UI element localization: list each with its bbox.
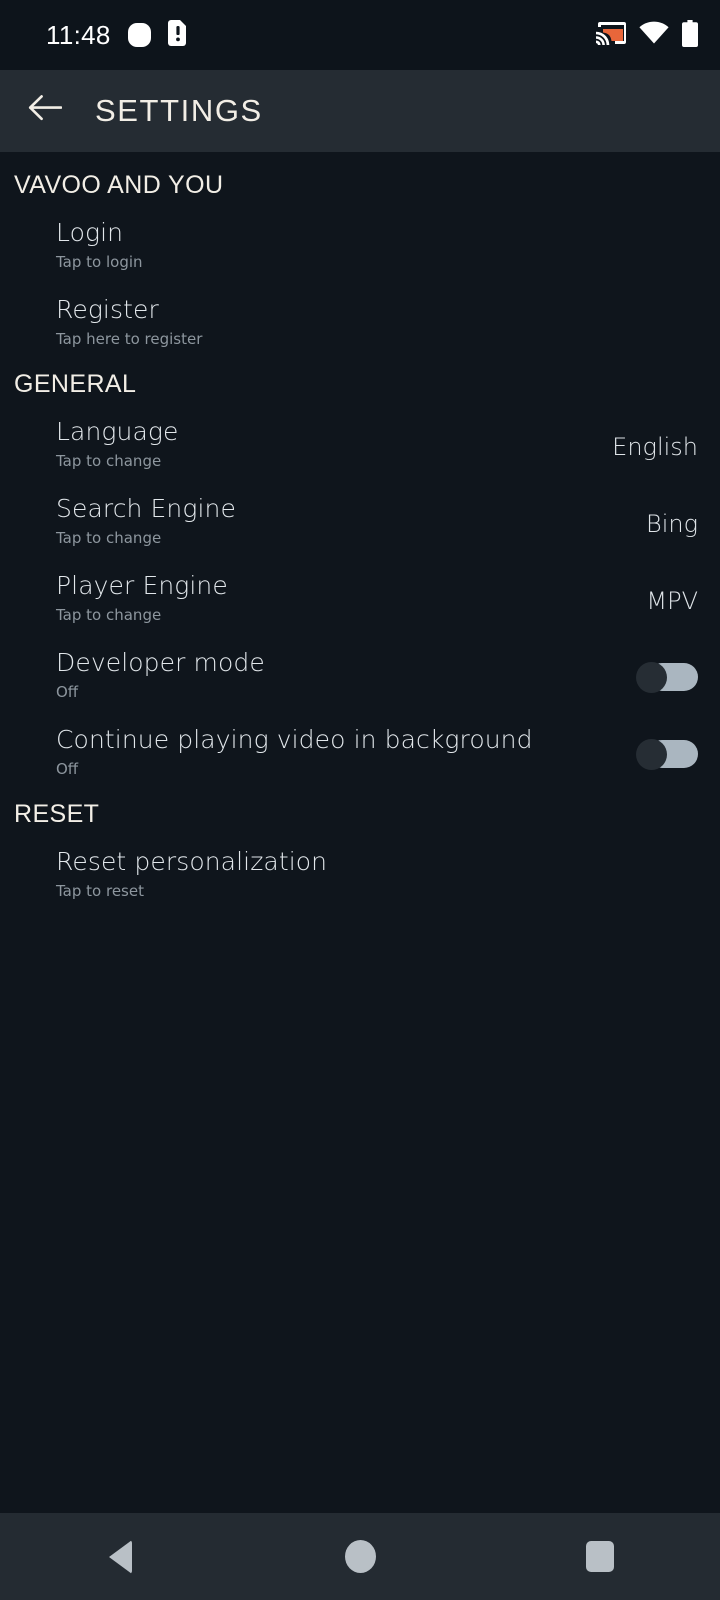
row-title: Login	[56, 218, 124, 247]
row-texts: Login Tap to login	[56, 218, 698, 273]
row-subtitle: Tap to reset	[56, 881, 144, 900]
row-title: Search Engine	[56, 494, 236, 523]
settings-row-continue-playing-background[interactable]: Continue playing video in background Off	[0, 715, 720, 792]
sim-card-alert-icon	[167, 20, 188, 50]
row-texts: Continue playing video in background Off	[56, 725, 620, 780]
status-bar-left: 11:48	[46, 20, 188, 51]
cast-icon	[596, 20, 626, 50]
app-bar: SETTINGS	[0, 70, 720, 152]
page-title: SETTINGS	[95, 93, 263, 128]
arrow-back-icon	[28, 94, 63, 128]
settings-list: VAVOO AND YOU Login Tap to login Registe…	[0, 152, 720, 1513]
settings-row-developer-mode[interactable]: Developer mode Off	[0, 638, 720, 715]
square-recents-icon	[586, 1541, 614, 1572]
toggle-developer-mode[interactable]	[636, 661, 698, 693]
row-texts: Player Engine Tap to change	[56, 571, 630, 626]
system-navigation-bar	[0, 1513, 720, 1600]
row-subtitle: Tap here to register	[56, 329, 203, 348]
toggle-knob	[636, 661, 667, 693]
row-subtitle: Off	[56, 682, 79, 701]
row-subtitle: Tap to change	[56, 451, 162, 470]
row-value-language: English	[612, 432, 698, 461]
triangle-back-icon	[108, 1539, 132, 1574]
back-button[interactable]	[14, 94, 76, 128]
row-subtitle: Off	[56, 759, 79, 778]
row-title: Player Engine	[56, 571, 228, 600]
row-title: Register	[56, 295, 159, 324]
circle-home-icon	[344, 1540, 376, 1573]
settings-row-login[interactable]: Login Tap to login	[0, 208, 720, 285]
back-nav-button[interactable]	[60, 1513, 180, 1600]
settings-row-reset-personalization[interactable]: Reset personalization Tap to reset	[0, 837, 720, 914]
status-bar-right	[596, 19, 698, 51]
status-bar-clock: 11:48	[46, 19, 111, 50]
row-value-search-engine: Bing	[646, 509, 698, 538]
row-title: Language	[56, 417, 179, 446]
toggle-continue-playing-background[interactable]	[636, 738, 698, 770]
section-header-general: GENERAL	[14, 370, 137, 398]
section-header-reset: RESET	[14, 800, 100, 828]
settings-row-language[interactable]: Language Tap to change English	[0, 407, 720, 484]
row-title: Continue playing video in background	[56, 725, 533, 754]
section-header-vavoo-and-you: VAVOO AND YOU	[14, 171, 224, 199]
row-subtitle: Tap to login	[56, 252, 143, 271]
settings-row-search-engine[interactable]: Search Engine Tap to change Bing	[0, 484, 720, 561]
settings-row-player-engine[interactable]: Player Engine Tap to change MPV	[0, 561, 720, 638]
recents-nav-button[interactable]	[540, 1513, 660, 1600]
row-title: Developer mode	[56, 648, 265, 677]
wifi-icon	[639, 21, 669, 49]
toggle-knob	[636, 738, 667, 770]
row-value-player-engine: MPV	[646, 586, 698, 615]
row-subtitle: Tap to change	[56, 605, 162, 624]
row-texts: Register Tap here to register	[56, 295, 698, 350]
row-subtitle: Tap to change	[56, 528, 162, 547]
status-bar: 11:48	[0, 0, 720, 70]
row-texts: Developer mode Off	[56, 648, 620, 703]
home-nav-button[interactable]	[300, 1513, 420, 1600]
notification-dot-icon	[127, 23, 151, 47]
row-title: Reset personalization	[56, 847, 328, 876]
row-texts: Reset personalization Tap to reset	[56, 847, 698, 902]
row-texts: Search Engine Tap to change	[56, 494, 630, 549]
settings-screen: 11:48 SETTINGS VAVOO AND YOU Login Tap t…	[0, 0, 720, 1600]
row-texts: Language Tap to change	[56, 417, 596, 472]
settings-row-register[interactable]: Register Tap here to register	[0, 285, 720, 362]
battery-icon	[682, 19, 698, 51]
